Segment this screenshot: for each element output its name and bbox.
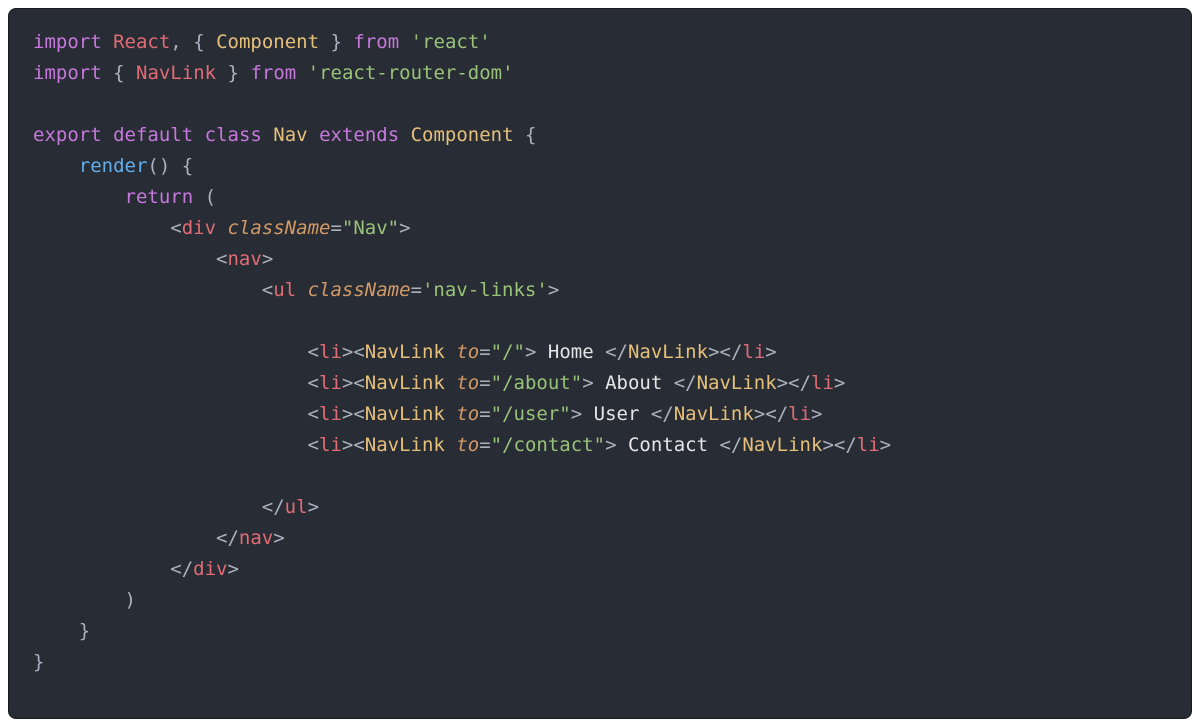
- code-line-2: import { NavLink } from 'react-router-do…: [33, 62, 514, 84]
- tag-li: li: [319, 403, 342, 425]
- angle: >: [262, 248, 273, 270]
- str-rrd: 'react-router-dom': [308, 62, 514, 84]
- rbrace: }: [228, 62, 239, 84]
- str-navlinks: 'nav-links': [422, 279, 548, 301]
- text-about: About: [594, 372, 674, 394]
- tag-li: li: [319, 341, 342, 363]
- code-line-1: import React, { Component } from 'react': [33, 31, 491, 53]
- code-line-close-nav: </nav>: [33, 527, 285, 549]
- kw-from: from: [353, 31, 399, 53]
- tag-li-close: li: [788, 403, 811, 425]
- angle: <: [262, 279, 273, 301]
- code-line-6: return (: [33, 186, 216, 208]
- tag-div-close: div: [193, 558, 227, 580]
- code-block: import React, { Component } from 'react'…: [8, 8, 1192, 719]
- code-line-4: export default class Nav extends Compone…: [33, 124, 536, 146]
- tag-navlink: NavLink: [365, 403, 445, 425]
- tag-div: div: [182, 217, 216, 239]
- angle: >: [548, 279, 559, 301]
- tag-navlink-close: NavLink: [697, 372, 777, 394]
- rparen: ): [125, 589, 136, 611]
- code-line-li1: <li><NavLink to="/"> Home </NavLink></li…: [33, 341, 777, 363]
- eq: =: [411, 279, 422, 301]
- eq: =: [330, 217, 341, 239]
- code-line-7: <div className="Nav">: [33, 217, 411, 239]
- code-line-li2: <li><NavLink to="/about"> About </NavLin…: [33, 372, 845, 394]
- tag-li: li: [319, 434, 342, 456]
- ident-react: React: [113, 31, 170, 53]
- tag-navlink: NavLink: [365, 372, 445, 394]
- kw-import: import: [33, 62, 102, 84]
- lbrace: {: [525, 124, 536, 146]
- ident-navlink: NavLink: [136, 62, 216, 84]
- text-user: User: [582, 403, 651, 425]
- str-contact: "/contact": [491, 434, 605, 456]
- kw-import: import: [33, 31, 102, 53]
- attr-to: to: [456, 434, 479, 456]
- lbrace: {: [193, 31, 204, 53]
- code-line-li4: <li><NavLink to="/contact"> Contact </Na…: [33, 434, 891, 456]
- code-line-li3: <li><NavLink to="/user"> User </NavLink>…: [33, 403, 823, 425]
- str-react: 'react': [411, 31, 491, 53]
- kw-return: return: [125, 186, 194, 208]
- lparen: (: [205, 186, 216, 208]
- lbrace: {: [182, 155, 193, 177]
- rbrace: }: [331, 31, 342, 53]
- tag-ul-close: ul: [285, 496, 308, 518]
- attr-to: to: [456, 341, 479, 363]
- comma: ,: [170, 31, 181, 53]
- attr-classname: className: [308, 279, 411, 301]
- text-home: Home: [536, 341, 605, 363]
- ident-component: Component: [216, 31, 319, 53]
- tag-li: li: [319, 372, 342, 394]
- text-contact: Contact: [617, 434, 720, 456]
- code-line-9: <ul className='nav-links'>: [33, 279, 559, 301]
- tag-navlink-close: NavLink: [742, 434, 822, 456]
- code-line-close-brace2: }: [33, 651, 44, 673]
- tag-li-close: li: [811, 372, 834, 394]
- tag-nav-close: nav: [239, 527, 273, 549]
- kw-extends: extends: [319, 124, 399, 146]
- tag-navlink-close: NavLink: [628, 341, 708, 363]
- code-line-close-ul: </ul>: [33, 496, 319, 518]
- kw-from: from: [250, 62, 296, 84]
- rbrace: }: [79, 620, 90, 642]
- str-nav: "Nav": [342, 217, 399, 239]
- tag-nav: nav: [227, 248, 261, 270]
- str-user: "/user": [491, 403, 571, 425]
- str-home: "/": [491, 341, 525, 363]
- parens: (): [147, 155, 170, 177]
- tag-navlink: NavLink: [365, 434, 445, 456]
- kw-export: export: [33, 124, 102, 146]
- tag-li-close: li: [857, 434, 880, 456]
- code-line-8: <nav>: [33, 248, 273, 270]
- tag-li-close: li: [742, 341, 765, 363]
- code-line-close-paren: ): [33, 589, 136, 611]
- attr-to: to: [456, 403, 479, 425]
- code-line-5: render() {: [33, 155, 193, 177]
- tag-navlink-close: NavLink: [674, 403, 754, 425]
- tag-navlink: NavLink: [365, 341, 445, 363]
- class-component: Component: [411, 124, 514, 146]
- kw-default: default: [113, 124, 193, 146]
- str-about: "/about": [491, 372, 583, 394]
- angle: <: [216, 248, 227, 270]
- angle: >: [399, 217, 410, 239]
- fn-render: render: [79, 155, 148, 177]
- kw-class: class: [205, 124, 262, 146]
- attr-to: to: [456, 372, 479, 394]
- rbrace: }: [33, 651, 44, 673]
- code-line-close-div: </div>: [33, 558, 239, 580]
- attr-classname: className: [228, 217, 331, 239]
- class-nav: Nav: [273, 124, 307, 146]
- angle: <: [170, 217, 181, 239]
- lbrace: {: [113, 62, 124, 84]
- code-line-close-brace1: }: [33, 620, 90, 642]
- tag-ul: ul: [273, 279, 296, 301]
